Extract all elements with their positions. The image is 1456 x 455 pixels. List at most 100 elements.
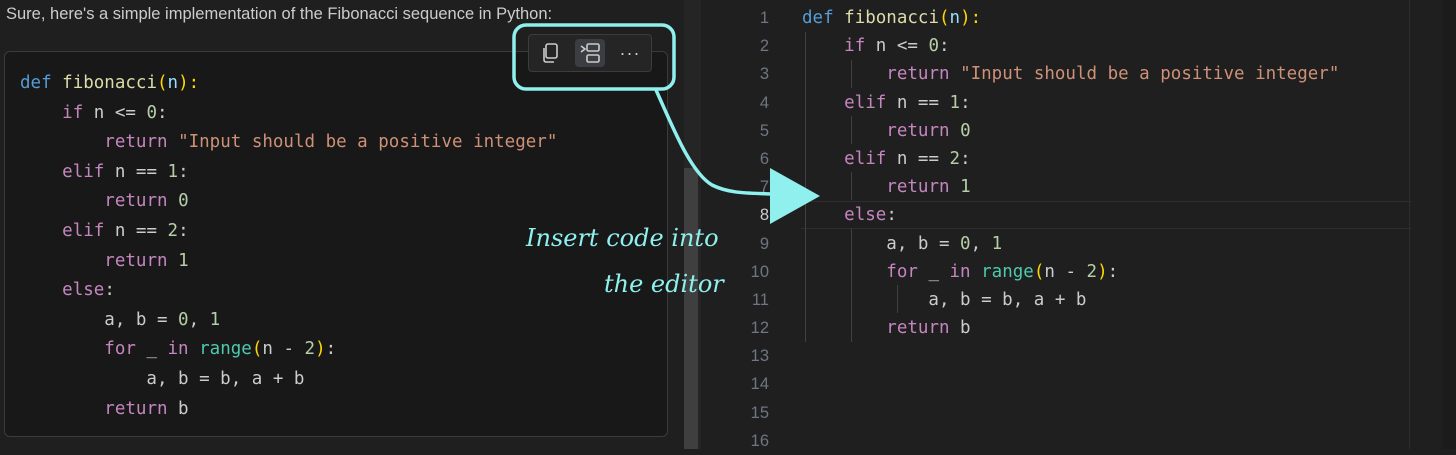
line-number: 3 (759, 65, 769, 84)
code-token: elif (62, 161, 105, 182)
code-token: n (949, 8, 961, 28)
code-token: return (886, 120, 950, 141)
code-token: n == (104, 161, 168, 182)
code-token: n (167, 73, 179, 93)
code-token: else (62, 280, 105, 301)
code-token: if (844, 36, 866, 57)
code-token: def (802, 8, 834, 28)
code-token: fibonacci (62, 73, 157, 93)
code-token: ): (960, 8, 982, 28)
code-line: else: (802, 201, 1339, 229)
code-token: n <= (865, 36, 929, 57)
code-token: 2 (304, 339, 316, 360)
code-editor[interactable]: 1 2 3 4 5 6 7 8 9 10 11 12 13 14 15 16 def fibonacci(n)… (701, 0, 1456, 450)
code-token: else (844, 205, 887, 226)
code-token: a, b = b, a + b (802, 290, 1087, 311)
code-line: return "Input should be a positive integ… (20, 128, 557, 158)
code-token: ( (251, 339, 263, 360)
code-token: : (960, 149, 971, 170)
code-token: 1 (960, 177, 971, 198)
code-token: return (104, 132, 168, 153)
code-token: return (886, 177, 950, 198)
line-number: 6 (759, 149, 769, 168)
chat-intro-text: Sure, here's a simple implementation of … (6, 5, 553, 23)
code-block-toolbar: ··· (528, 34, 652, 72)
code-token: in (949, 261, 971, 282)
code-token: : (104, 280, 115, 301)
code-token: 0 (178, 309, 189, 330)
code-token: a, b = b, a + b (20, 368, 305, 389)
editor-code-content[interactable]: def fibonacci(n): if n <= 0: return "Inp… (802, 4, 1339, 342)
insert-into-editor-button[interactable] (575, 39, 605, 67)
code-token: a, b = (802, 233, 961, 254)
copy-button[interactable] (535, 39, 565, 67)
code-line: def fibonacci(n): (802, 4, 1339, 32)
code-token: : (939, 36, 950, 57)
code-token: in (167, 339, 189, 360)
code-token: for (886, 261, 918, 282)
code-line: elif n == 2: (20, 217, 557, 247)
code-line: if n <= 0: (802, 32, 1339, 60)
code-line: a, b = 0, 1 (20, 306, 557, 336)
code-token: for (104, 339, 136, 360)
code-token: range (199, 339, 252, 360)
code-token: , (188, 309, 210, 330)
code-token: , (970, 233, 992, 254)
insert-into-editor-icon (580, 43, 600, 63)
copy-icon (543, 43, 558, 63)
code-token: return (104, 398, 168, 419)
code-token: n <= (83, 102, 147, 123)
code-token: ) (1097, 261, 1108, 282)
line-number: 12 (750, 319, 769, 338)
code-token: 0 (178, 191, 189, 212)
code-token: ): (178, 73, 200, 93)
code-token: elif (844, 92, 887, 113)
ellipsis-icon: ··· (619, 42, 641, 63)
code-token: 0 (146, 102, 157, 123)
code-token: elif (62, 220, 105, 241)
annotation-text-line-2: the editor (604, 270, 724, 298)
code-token: def (20, 73, 52, 93)
line-number: 4 (759, 93, 769, 112)
code-line: elif n == 1: (802, 89, 1339, 117)
more-actions-button[interactable]: ··· (615, 39, 645, 67)
annotation-text-line-1: Insert code into (526, 224, 719, 252)
code-line: def fibonacci(n): (20, 69, 557, 99)
code-token: n == (104, 220, 168, 241)
minimap-divider (1409, 0, 1410, 449)
code-token: fibonacci (844, 8, 939, 28)
code-token: _ (917, 261, 950, 282)
code-token: : (960, 92, 971, 113)
code-token: 0 (928, 36, 939, 57)
code-token: _ (135, 339, 168, 360)
line-number: 1 (759, 9, 769, 27)
code-token: 1 (178, 250, 189, 271)
line-number: 16 (750, 431, 769, 450)
code-token: 1 (991, 233, 1003, 254)
code-line: elif n == 2: (802, 145, 1339, 173)
code-token: 2 (167, 220, 179, 241)
code-token: ) (315, 339, 326, 360)
code-token: b (167, 398, 189, 419)
code-token: 0 (960, 120, 971, 141)
code-token: 1 (209, 309, 221, 330)
chat-scrollbar-thumb[interactable] (684, 168, 698, 449)
line-number: 5 (759, 121, 769, 140)
line-number: 14 (750, 375, 769, 394)
editor-scrollbar[interactable] (1443, 0, 1456, 449)
